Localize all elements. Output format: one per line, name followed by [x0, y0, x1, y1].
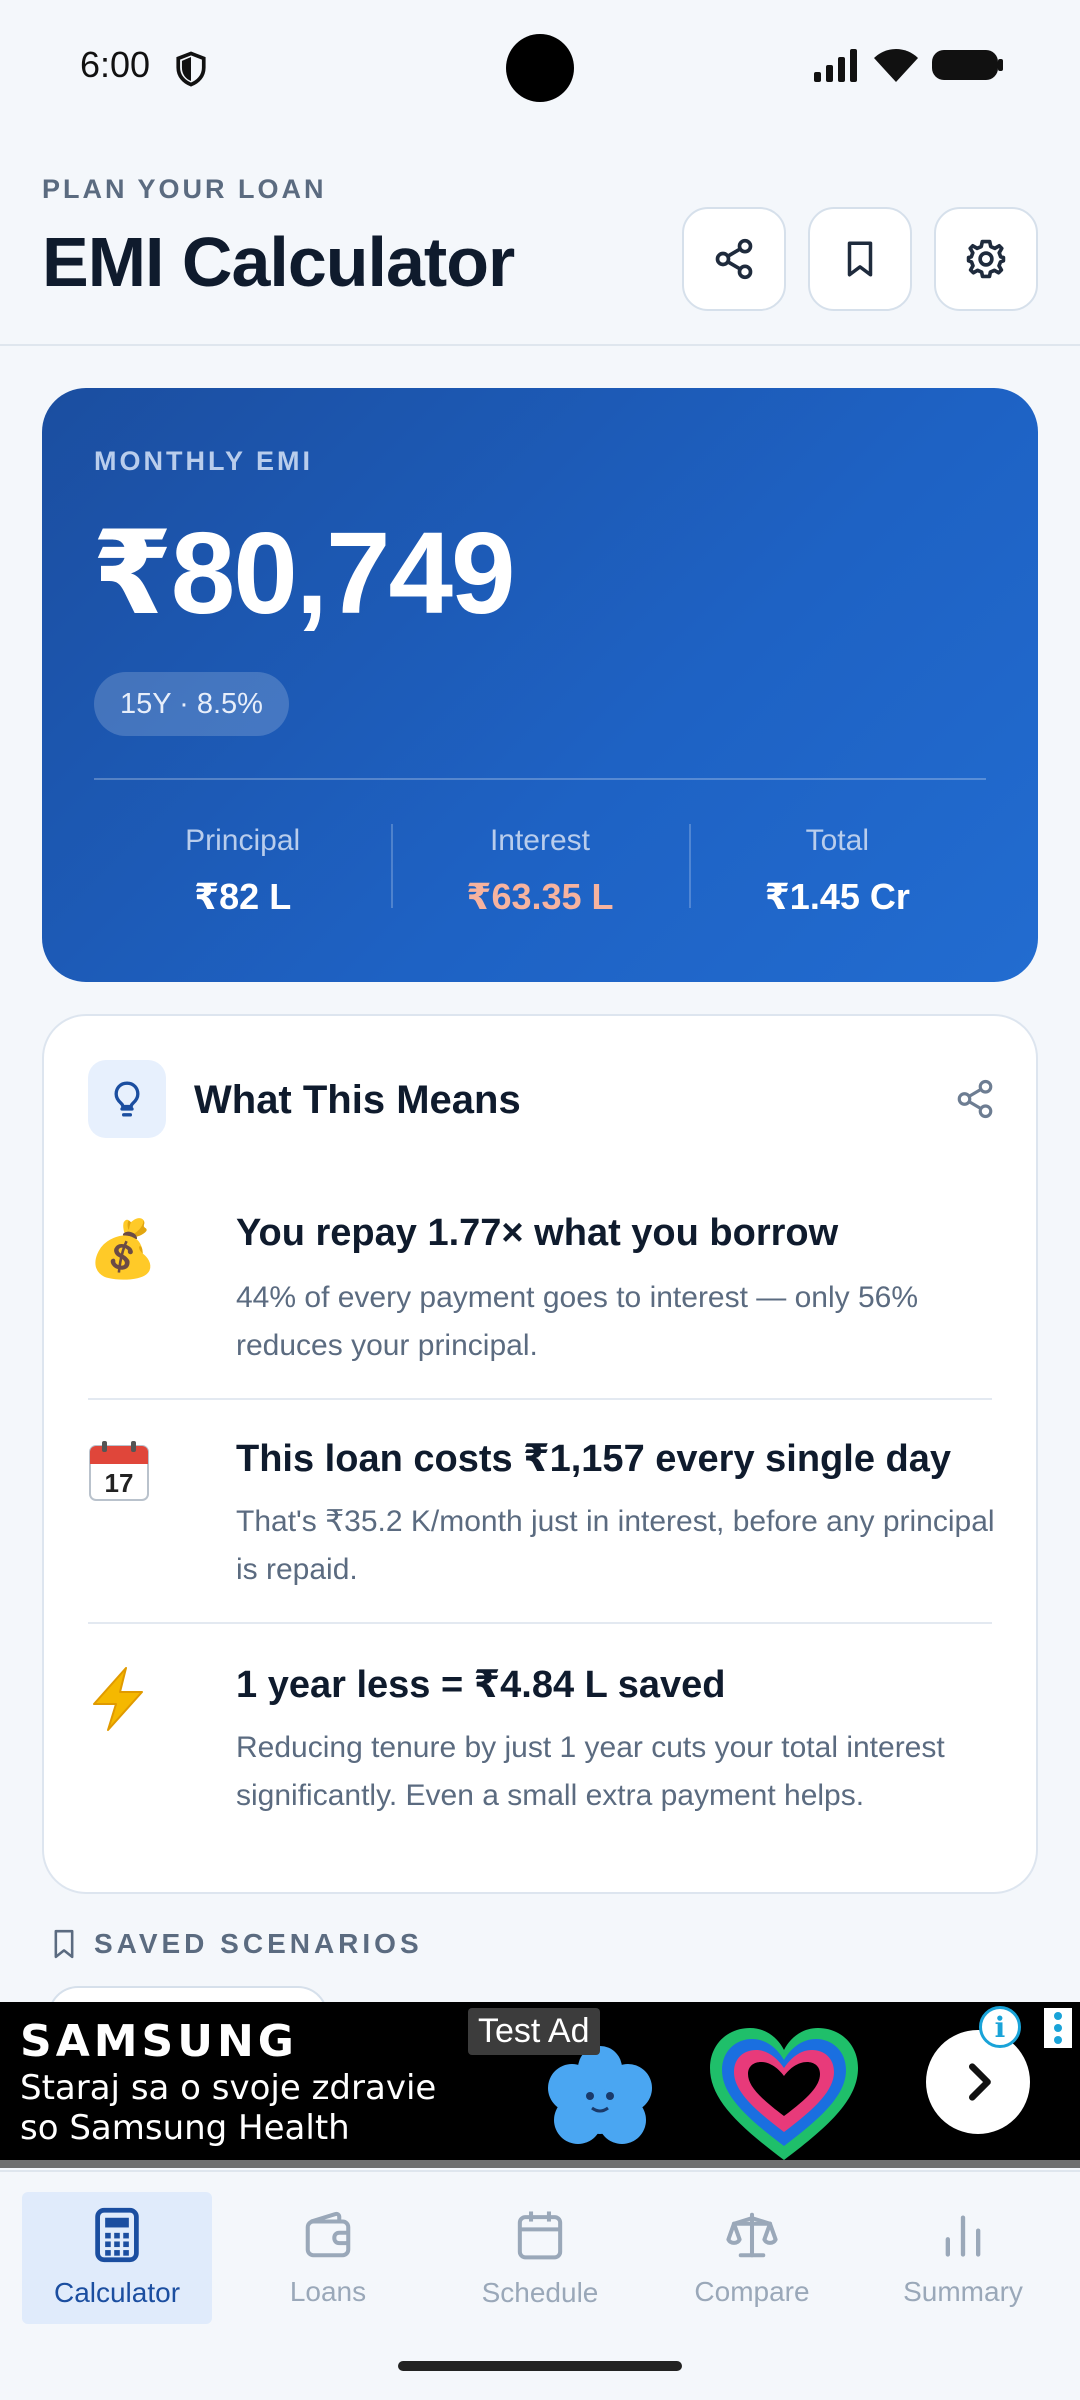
- home-indicator: [398, 2361, 682, 2371]
- ad-brand: SAMSUNG: [20, 2016, 298, 2067]
- gear-icon: [966, 239, 1006, 279]
- principal-stat: Principal ₹82 L: [94, 824, 391, 924]
- insight-body: 44% of every payment goes to interest — …: [236, 1281, 919, 1362]
- bookmark-icon: [54, 1929, 74, 1959]
- nav-label: Schedule: [481, 2277, 599, 2308]
- scale-icon: [726, 2212, 778, 2258]
- ad-banner[interactable]: SAMSUNG Staraj sa o svoje zdravie so Sam…: [0, 2002, 1080, 2168]
- heart-image: [710, 2028, 858, 2160]
- total-stat: Total ₹1.45 Cr: [688, 824, 986, 924]
- insights-title: What This Means: [194, 1078, 521, 1122]
- wifi-icon: [874, 49, 918, 82]
- status-bar: 6:00: [0, 0, 1080, 135]
- saved-scenarios-label: SAVED SCENARIOS: [94, 1928, 423, 1959]
- signal-icon: [814, 49, 857, 82]
- bar-chart-icon: [945, 2215, 981, 2257]
- insight-body: Reducing tenure by just 1 year cuts your…: [236, 1731, 945, 1812]
- nav-item-schedule[interactable]: Schedule: [445, 2192, 635, 2324]
- money-bag-icon: 💰: [88, 1217, 158, 1282]
- share-icon: [715, 238, 753, 280]
- test-ad-badge: Test Ad: [468, 2008, 600, 2055]
- svg-text:17: 17: [105, 1468, 134, 1498]
- ad-line-1: Staraj sa o svoje zdravie: [20, 2068, 437, 2108]
- front-camera: [506, 34, 574, 102]
- ad-bottom-line: [0, 2160, 1080, 2168]
- nav-item-compare[interactable]: Compare: [657, 2192, 847, 2324]
- insights-card: What This Means 💰 You repay 1.77× what y…: [42, 1014, 1038, 1894]
- principal-value: ₹82 L: [194, 876, 292, 917]
- bookmark-button[interactable]: [808, 207, 912, 311]
- total-label: Total: [805, 824, 869, 857]
- emi-amount: ₹80,749: [92, 508, 516, 638]
- emi-label: MONTHLY EMI: [94, 446, 314, 476]
- insight-item: 💰 You repay 1.77× what you borrow 44% of…: [88, 1212, 992, 1372]
- page-title: EMI Calculator: [42, 223, 515, 301]
- nav-label: Loans: [289, 2276, 367, 2307]
- emi-divider: [94, 778, 986, 780]
- status-time: 6:00: [80, 44, 151, 85]
- interest-value: ₹63.35 L: [466, 876, 614, 917]
- insight-item: 17 This loan costs ₹1,157 every single d…: [88, 1436, 995, 1596]
- nav-item-calculator[interactable]: Calculator: [22, 2192, 212, 2324]
- emi-stats: Principal ₹82 L Interest ₹63.35 L Total …: [94, 824, 986, 924]
- nav-item-loans[interactable]: Loans: [233, 2192, 423, 2324]
- cloud-mascot-image: [548, 2046, 652, 2144]
- interest-label: Interest: [489, 824, 591, 857]
- emi-summary-card: MONTHLY EMI ₹80,749 15Y · 8.5% Principal…: [42, 388, 1038, 982]
- total-value: ₹1.45 Cr: [764, 876, 910, 917]
- header-eyebrow: PLAN YOUR LOAN: [42, 174, 327, 204]
- tenure-rate-chip: 15Y · 8.5%: [94, 672, 289, 736]
- nav-label: Calculator: [53, 2277, 181, 2308]
- lightbulb-icon: [114, 1081, 140, 1117]
- shield-icon: [176, 51, 206, 87]
- insight-heading: This loan costs ₹1,157 every single day: [236, 1438, 951, 1480]
- share-button[interactable]: [682, 207, 786, 311]
- ad-next-button[interactable]: [926, 2030, 1030, 2134]
- insight-item: 1 year less = ₹4.84 L saved Reducing ten…: [88, 1662, 992, 1822]
- insight-heading: 1 year less = ₹4.84 L saved: [236, 1664, 726, 1706]
- share-icon[interactable]: [954, 1078, 996, 1120]
- nav-label: Compare: [694, 2276, 810, 2307]
- principal-label: Principal: [185, 824, 301, 857]
- insight-heading: You repay 1.77× what you borrow: [236, 1212, 839, 1254]
- info-icon[interactable]: i: [979, 2006, 1021, 2048]
- more-vertical-icon[interactable]: [1044, 2008, 1072, 2048]
- saved-scenarios-header: SAVED SCENARIOS: [50, 1928, 423, 1960]
- nav-label: Summary: [903, 2276, 1023, 2307]
- settings-button[interactable]: [934, 207, 1038, 311]
- nav-item-summary[interactable]: Summary: [868, 2192, 1058, 2324]
- insight-divider: [88, 1622, 992, 1624]
- battery-icon: [932, 50, 1003, 80]
- app-header: PLAN YOUR LOAN EMI Calculator: [0, 150, 1080, 346]
- wallet-icon: [305, 2211, 351, 2258]
- chevron-right-icon: [968, 2063, 991, 2101]
- ad-line-2: so Samsung Health: [20, 2108, 350, 2148]
- calendar-icon: 17: [88, 1440, 156, 1508]
- insight-body: That's ₹35.2 K/month just in interest, b…: [236, 1505, 995, 1586]
- lightning-icon: [88, 1666, 156, 1734]
- bookmark-icon: [847, 241, 873, 277]
- status-icons: [814, 48, 1004, 82]
- insights-icon-box: [88, 1060, 166, 1138]
- insight-divider: [88, 1398, 992, 1400]
- calculator-icon: [95, 2207, 139, 2263]
- calendar-icon: [517, 2211, 563, 2260]
- interest-stat: Interest ₹63.35 L: [391, 824, 688, 924]
